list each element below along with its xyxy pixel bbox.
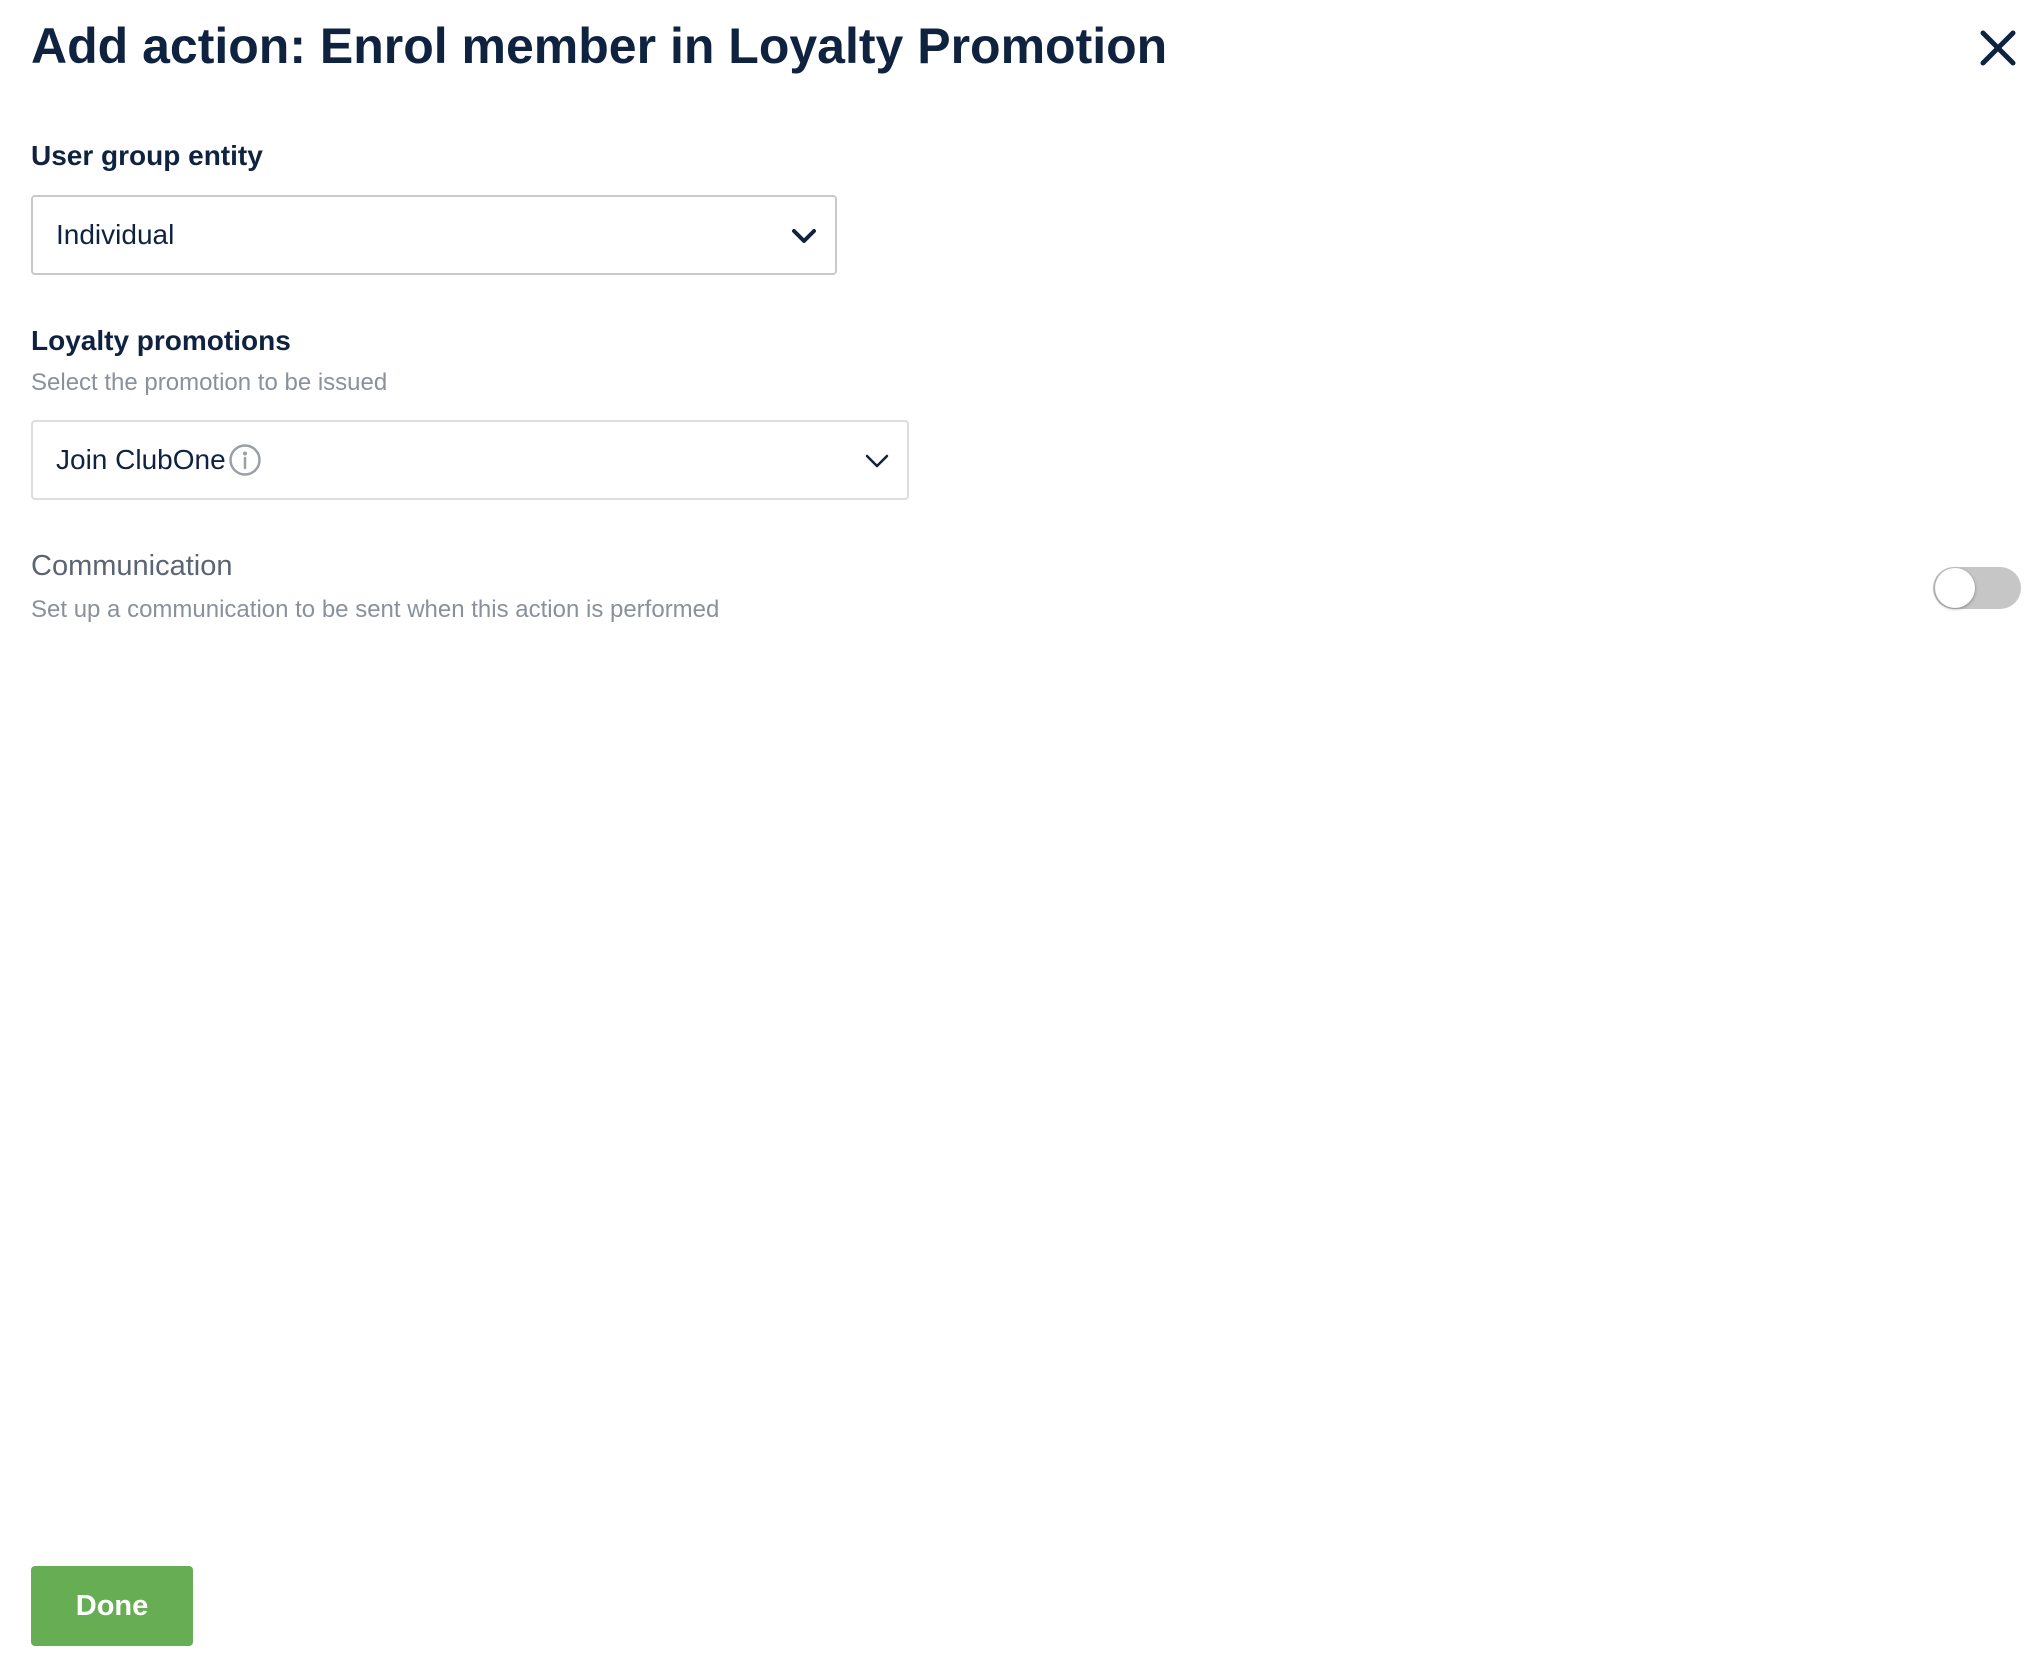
info-icon[interactable] xyxy=(228,443,262,477)
loyalty-promotion-select[interactable]: Join ClubOne xyxy=(31,420,909,500)
loyalty-promotion-name: Join ClubOne xyxy=(56,444,226,475)
done-button[interactable]: Done xyxy=(31,1566,193,1646)
dialog-title: Add action: Enrol member in Loyalty Prom… xyxy=(31,18,1168,74)
communication-label: Communication xyxy=(31,550,233,582)
loyalty-promotions-label: Loyalty promotions xyxy=(31,325,291,356)
close-button[interactable] xyxy=(1968,18,2028,78)
close-icon xyxy=(1980,30,2016,66)
chevron-down-icon xyxy=(865,454,889,468)
chevron-down-icon xyxy=(792,229,816,243)
user-group-selected-value: Individual xyxy=(56,219,175,250)
user-group-label: User group entity xyxy=(31,140,263,171)
toggle-knob xyxy=(1935,568,1975,608)
loyalty-promotion-selected-value: Join ClubOne xyxy=(56,422,262,498)
communication-toggle[interactable] xyxy=(1933,567,2021,609)
loyalty-promotions-help: Select the promotion to be issued xyxy=(31,369,388,396)
user-group-select[interactable]: Individual xyxy=(31,195,837,275)
communication-help: Set up a communication to be sent when t… xyxy=(31,596,720,623)
